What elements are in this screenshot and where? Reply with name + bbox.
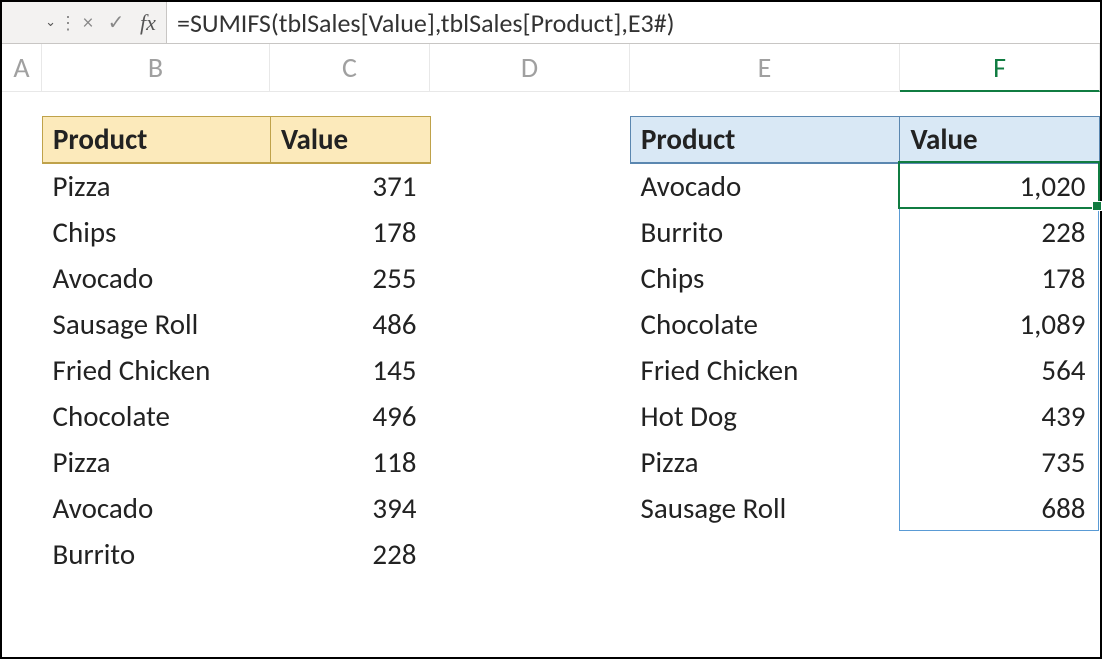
cell-value[interactable]: 564 bbox=[900, 347, 1100, 393]
cell-product[interactable]: Chocolate bbox=[631, 301, 900, 347]
table-row[interactable]: Fried Chicken564 bbox=[631, 347, 1100, 393]
col-header-a[interactable]: A bbox=[2, 44, 42, 92]
col-header-c[interactable]: C bbox=[270, 44, 430, 92]
table-row[interactable]: Avocado255 bbox=[43, 255, 431, 301]
cell-value[interactable]: 486 bbox=[271, 301, 431, 347]
separator-icon: ⋮ bbox=[62, 12, 74, 34]
cell-product[interactable]: Avocado bbox=[631, 163, 900, 209]
cell-product[interactable]: Burrito bbox=[43, 531, 271, 577]
header-value[interactable]: Value bbox=[900, 117, 1100, 163]
table-header-row: Product Value bbox=[631, 117, 1100, 163]
header-product[interactable]: Product bbox=[43, 117, 271, 163]
cell-value[interactable]: 496 bbox=[271, 393, 431, 439]
cell-product[interactable]: Sausage Roll bbox=[43, 301, 271, 347]
cell-value[interactable]: 255 bbox=[271, 255, 431, 301]
table-sales: Product Value Pizza371 Chips178 Avocado2… bbox=[42, 116, 431, 577]
table-row[interactable]: Sausage Roll486 bbox=[43, 301, 431, 347]
table-row[interactable]: Avocado1,020 bbox=[631, 163, 1100, 209]
cell-value[interactable]: 394 bbox=[271, 485, 431, 531]
table-row[interactable]: Burrito228 bbox=[631, 209, 1100, 255]
cell-value[interactable]: 735 bbox=[900, 439, 1100, 485]
cell-product[interactable]: Burrito bbox=[631, 209, 900, 255]
col-header-d[interactable]: D bbox=[430, 44, 630, 92]
cell-product[interactable]: Sausage Roll bbox=[631, 485, 900, 531]
table-row[interactable]: Pizza371 bbox=[43, 163, 431, 209]
header-value[interactable]: Value bbox=[271, 117, 431, 163]
cell-value[interactable]: 178 bbox=[900, 255, 1100, 301]
table-row[interactable]: Chips178 bbox=[43, 209, 431, 255]
insert-function-button[interactable]: fx bbox=[130, 10, 166, 36]
cell-value[interactable]: 118 bbox=[271, 439, 431, 485]
cell-product[interactable]: Chips bbox=[43, 209, 271, 255]
col-header-b[interactable]: B bbox=[42, 44, 270, 92]
table-row[interactable]: Avocado394 bbox=[43, 485, 431, 531]
table-row[interactable]: Chips178 bbox=[631, 255, 1100, 301]
cell-product[interactable]: Avocado bbox=[43, 255, 271, 301]
table-row[interactable]: Chocolate1,089 bbox=[631, 301, 1100, 347]
name-box-dropdown-icon[interactable]: ⌄ bbox=[45, 15, 56, 30]
cell-product[interactable]: Avocado bbox=[43, 485, 271, 531]
cell-value[interactable]: 228 bbox=[900, 209, 1100, 255]
col-header-f[interactable]: F bbox=[900, 44, 1100, 92]
cell-value[interactable]: 439 bbox=[900, 393, 1100, 439]
cell-product[interactable]: Hot Dog bbox=[631, 393, 900, 439]
table-row[interactable]: Burrito228 bbox=[43, 531, 431, 577]
formula-input[interactable]: =SUMIFS(tblSales[Value],tblSales[Product… bbox=[166, 2, 1100, 43]
formula-bar: ⌄ ⋮ × ✓ fx =SUMIFS(tblSales[Value],tblSa… bbox=[2, 2, 1100, 44]
cell-value[interactable]: 228 bbox=[271, 531, 431, 577]
cancel-button[interactable]: × bbox=[74, 2, 102, 43]
column-headers: A B C D E F bbox=[2, 44, 1100, 92]
cell-value[interactable]: 145 bbox=[271, 347, 431, 393]
col-header-e[interactable]: E bbox=[630, 44, 900, 92]
cell-value[interactable]: 688 bbox=[900, 485, 1100, 531]
cell-value[interactable]: 1,020 bbox=[900, 163, 1100, 209]
table-row[interactable]: Chocolate496 bbox=[43, 393, 431, 439]
cell-product[interactable]: Fried Chicken bbox=[43, 347, 271, 393]
cell-product[interactable]: Fried Chicken bbox=[631, 347, 900, 393]
table-summary: Product Value Avocado1,020 Burrito228 Ch… bbox=[630, 116, 1100, 531]
table-row[interactable]: Pizza118 bbox=[43, 439, 431, 485]
cell-product[interactable]: Chocolate bbox=[43, 393, 271, 439]
cell-value[interactable]: 1,089 bbox=[900, 301, 1100, 347]
worksheet-grid[interactable]: Product Value Pizza371 Chips178 Avocado2… bbox=[2, 92, 1100, 657]
cell-product[interactable]: Pizza bbox=[631, 439, 900, 485]
cell-product[interactable]: Chips bbox=[631, 255, 900, 301]
name-box[interactable]: ⌄ bbox=[2, 2, 62, 43]
header-product[interactable]: Product bbox=[631, 117, 900, 163]
cell-value[interactable]: 371 bbox=[271, 163, 431, 209]
table-header-row: Product Value bbox=[43, 117, 431, 163]
table-row[interactable]: Sausage Roll688 bbox=[631, 485, 1100, 531]
enter-button[interactable]: ✓ bbox=[102, 2, 130, 43]
table-row[interactable]: Hot Dog439 bbox=[631, 393, 1100, 439]
cell-value[interactable]: 178 bbox=[271, 209, 431, 255]
table-row[interactable]: Fried Chicken145 bbox=[43, 347, 431, 393]
table-row[interactable]: Pizza735 bbox=[631, 439, 1100, 485]
cell-product[interactable]: Pizza bbox=[43, 439, 271, 485]
cell-product[interactable]: Pizza bbox=[43, 163, 271, 209]
